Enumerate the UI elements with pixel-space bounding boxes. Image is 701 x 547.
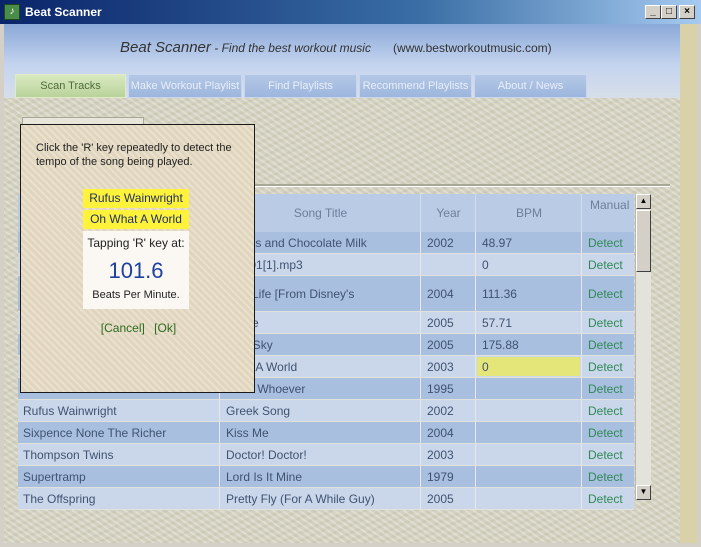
cell-bpm <box>475 378 581 399</box>
cell-bpm <box>475 422 581 443</box>
maximize-button[interactable]: □ <box>661 5 677 19</box>
cell-year: 2002 <box>420 232 475 253</box>
brand-url[interactable]: (www.bestworkoutmusic.com) <box>393 41 552 55</box>
tempo-readout: Tapping 'R' key at: 101.6 Beats Per Minu… <box>83 231 189 309</box>
tempo-dialog: Click the 'R' key repeatedly to detect t… <box>20 124 255 393</box>
col-manual-header[interactable]: Manual <box>581 194 635 232</box>
cell-bpm: 57.71 <box>475 312 581 333</box>
minimize-button[interactable]: _ <box>645 5 661 19</box>
cell-year: 2004 <box>420 276 475 311</box>
cell-artist: Rufus Wainwright <box>23 403 117 418</box>
brand-tagline: - Find the best workout music <box>210 41 371 55</box>
cell-bpm: 111.36 <box>475 276 581 311</box>
col-bpm-header[interactable]: BPM <box>475 194 582 232</box>
window-title: Beat Scanner <box>25 5 102 19</box>
cell-bpm: 0 <box>475 254 581 275</box>
scroll-down-icon[interactable]: ▼ <box>636 485 651 500</box>
detect-link[interactable]: Detect <box>581 422 634 443</box>
cell-bpm-highlighted: 0 <box>475 356 581 377</box>
cell-artist: The Offspring <box>23 491 96 506</box>
cell-bpm: 48.97 <box>475 232 581 253</box>
detect-link[interactable]: Detect <box>581 312 634 333</box>
detect-link[interactable]: Detect <box>581 400 634 421</box>
cell-bpm <box>475 400 581 421</box>
detect-link[interactable]: Detect <box>581 334 634 355</box>
cell-artist: Supertramp <box>23 469 86 484</box>
table-scrollbar[interactable]: ▲ ▼ <box>635 194 651 500</box>
table-row[interactable]: The Offspring Pretty Fly (For A While Gu… <box>18 488 634 510</box>
bpm-highlight <box>477 357 580 376</box>
detect-link[interactable]: Detect <box>581 378 634 399</box>
title-bar: ♪ Beat Scanner _ □ × <box>0 0 701 24</box>
dialog-buttons: [Cancel] [Ok] <box>21 321 256 335</box>
window-edge <box>680 24 697 543</box>
bpm-unit-label: Beats Per Minute. <box>92 289 180 301</box>
app-icon: ♪ <box>4 4 20 20</box>
tab-about-news[interactable]: About / News <box>474 74 587 98</box>
tab-find-playlists[interactable]: Find Playlists <box>244 74 357 98</box>
detect-link[interactable]: Detect <box>581 444 634 465</box>
cell-artist: Sixpence None The Richer <box>23 425 167 440</box>
cell-year: 2004 <box>420 422 475 443</box>
cell-year: 2005 <box>420 488 475 509</box>
table-row[interactable]: Thompson Twins Doctor! Doctor! 2003 Dete… <box>18 444 634 466</box>
detect-link[interactable]: Detect <box>581 232 634 253</box>
cell-song: Pretty Fly (For A While Guy) <box>219 488 420 509</box>
tab-recommend-playlists[interactable]: Recommend Playlists <box>359 74 472 98</box>
table-row[interactable]: Rufus Wainwright Greek Song 2002 Detect <box>18 400 634 422</box>
cell-year: 2003 <box>420 356 475 377</box>
cell-year <box>420 254 475 275</box>
cell-song: Doctor! Doctor! <box>219 444 420 465</box>
detect-link[interactable]: Detect <box>581 488 634 509</box>
bpm-value: 101.6 <box>108 258 164 283</box>
cell-year: 2003 <box>420 444 475 465</box>
cell-bpm <box>475 466 581 487</box>
detect-link[interactable]: Detect <box>581 276 634 311</box>
close-button[interactable]: × <box>679 5 695 19</box>
scroll-up-icon[interactable]: ▲ <box>636 194 651 209</box>
brand-name: Beat Scanner <box>120 39 211 56</box>
tab-scan-tracks[interactable]: Scan Tracks <box>15 74 126 98</box>
table-row[interactable]: Sixpence None The Richer Kiss Me 2004 De… <box>18 422 634 444</box>
header-band: Beat Scanner - Find the best workout mus… <box>4 24 680 98</box>
detect-link[interactable]: Detect <box>581 466 634 487</box>
detect-link[interactable]: Detect <box>581 254 634 275</box>
brand-heading: Beat Scanner - Find the best workout mus… <box>120 39 552 56</box>
cell-year: 2002 <box>420 400 475 421</box>
tab-make-workout-playlist[interactable]: Make Workout Playlist <box>128 74 242 98</box>
cell-song: Lord Is It Mine <box>219 466 420 487</box>
col-year-header[interactable]: Year <box>420 194 476 232</box>
cell-song: Kiss Me <box>219 422 420 443</box>
cancel-button[interactable]: [Cancel] <box>101 321 145 335</box>
cell-bpm: 175.88 <box>475 334 581 355</box>
dialog-song: Oh What A World <box>83 210 189 229</box>
cell-year: 1979 <box>420 466 475 487</box>
cell-artist: Thompson Twins <box>23 447 114 462</box>
cell-bpm <box>475 444 581 465</box>
scroll-thumb[interactable] <box>636 210 651 272</box>
dialog-artist: Rufus Wainwright <box>83 189 189 208</box>
cell-year: 2005 <box>420 312 475 333</box>
table-row[interactable]: Supertramp Lord Is It Mine 1979 Detect <box>18 466 634 488</box>
cell-year: 1995 <box>420 378 475 399</box>
tapping-label: Tapping 'R' key at: <box>87 236 185 250</box>
dialog-instructions: Click the 'R' key repeatedly to detect t… <box>36 142 232 168</box>
cell-bpm <box>475 488 581 509</box>
cell-year: 2005 <box>420 334 475 355</box>
cell-song: Greek Song <box>219 400 420 421</box>
ok-button[interactable]: [Ok] <box>154 321 176 335</box>
detect-link[interactable]: Detect <box>581 356 634 377</box>
cell-bpm-value: 0 <box>482 359 489 374</box>
